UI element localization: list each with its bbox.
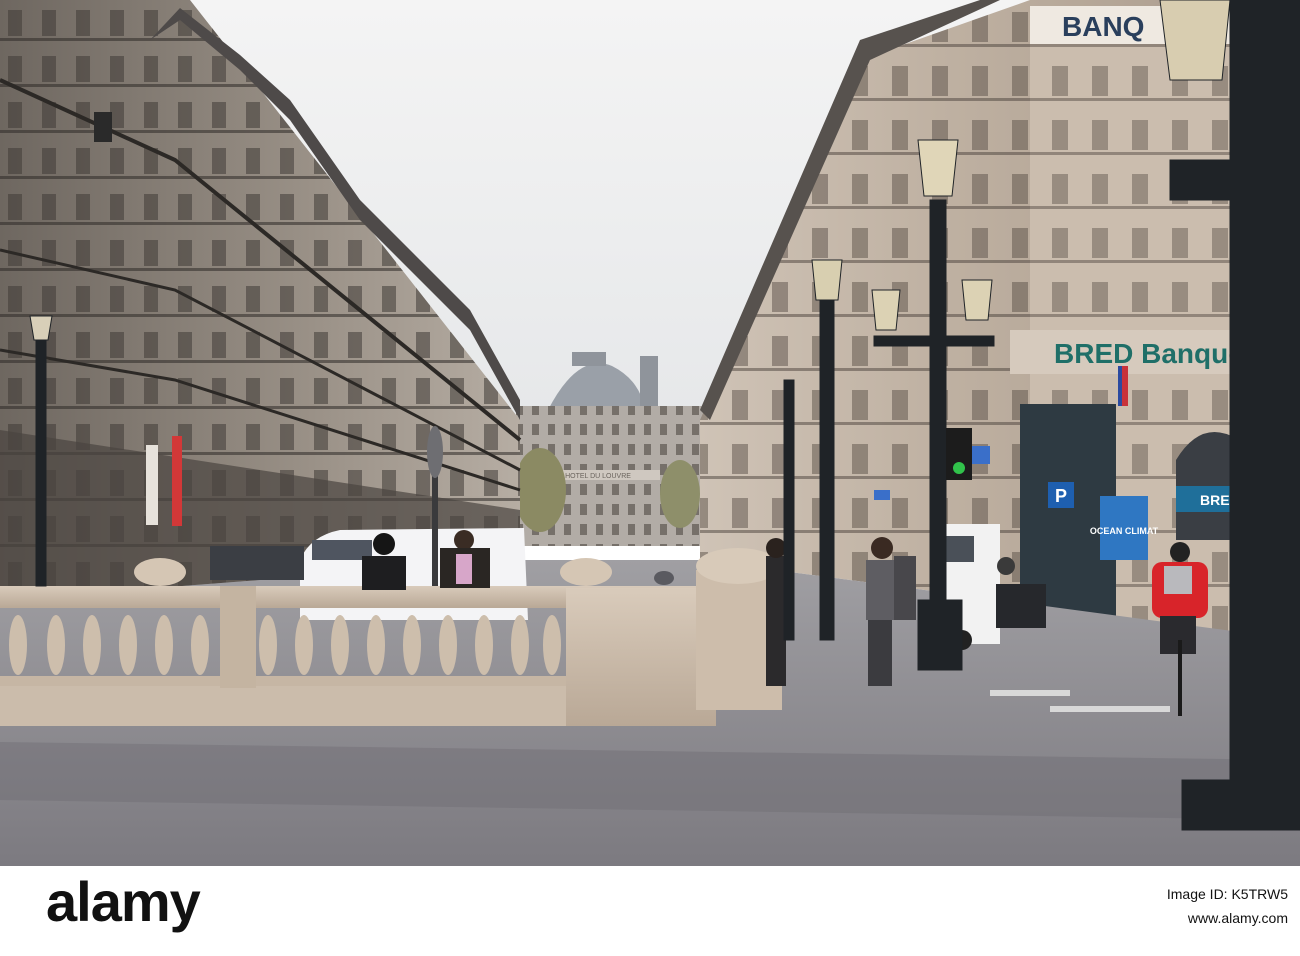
ocean-climat-poster: OCEAN CLIMAT <box>1090 526 1159 536</box>
tree-right <box>660 460 700 528</box>
traffic-light <box>946 428 972 480</box>
watermark-banner: alamy Image ID: K5TRW5 www.alamy.com <box>0 866 1300 956</box>
tree-left <box>514 448 566 532</box>
street-photo: HOTEL DU LOUVRE BRED Banque BANQ BRED P … <box>0 0 1300 866</box>
alamy-url-label: www.alamy.com <box>1187 910 1288 926</box>
alamy-logo: alamy <box>46 870 201 933</box>
crosswalk-line-2 <box>1050 706 1170 712</box>
crosswalk-line <box>990 690 1070 696</box>
pigeon <box>654 571 674 585</box>
banq-top-sign: BANQ <box>1062 11 1144 42</box>
hotel-louvre-sign: HOTEL DU LOUVRE <box>565 473 631 480</box>
parking-sign: P <box>1055 486 1067 506</box>
image-id-label: Image ID: K5TRW5 <box>1166 886 1288 902</box>
dark-car <box>210 546 304 580</box>
bred-banque-sign: BRED Banque <box>1054 338 1244 369</box>
